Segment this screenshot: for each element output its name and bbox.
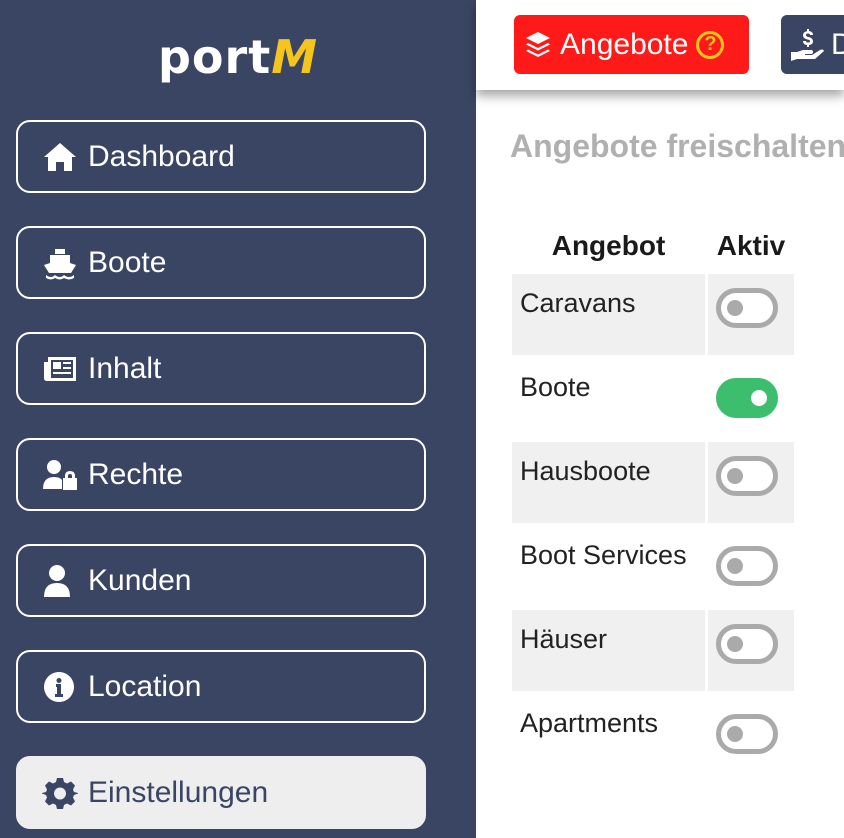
ship-icon <box>44 248 76 279</box>
active-toggle[interactable] <box>716 378 778 418</box>
sidebar-item-einstellungen[interactable]: Einstellungen <box>16 756 426 829</box>
sidebar-item-boote[interactable]: Boote <box>16 226 426 299</box>
table-header-row: Angebot Aktiv <box>512 221 794 271</box>
logo[interactable]: portM <box>0 22 476 92</box>
sidebar-item-label: Kunden <box>88 563 192 597</box>
layers-icon <box>526 31 550 57</box>
sidebar-item-label: Boote <box>88 245 167 279</box>
active-toggle[interactable] <box>716 546 778 586</box>
hand-dollar-icon <box>791 28 824 61</box>
active-toggle[interactable] <box>716 288 778 328</box>
table-row: Boote <box>512 358 794 439</box>
logo-accent: M <box>271 30 318 84</box>
column-header-aktiv: Aktiv <box>716 230 786 261</box>
offer-name: Boot Services <box>520 540 687 570</box>
info-circle-icon <box>44 671 75 702</box>
sidebar-item-label: Einstellungen <box>88 775 269 809</box>
page-title: Angebote freischalten <box>510 128 844 164</box>
table-row: Apartments <box>512 694 794 775</box>
table-row: Hausboote <box>512 442 794 523</box>
pricing-button[interactable]: D <box>781 15 844 74</box>
sidebar-item-label: Dashboard <box>88 139 235 173</box>
active-toggle[interactable] <box>716 456 778 496</box>
offers-table: Angebot Aktiv Caravans Boote Hausboote B… <box>509 218 797 778</box>
user-lock-icon <box>43 459 77 490</box>
user-icon <box>44 564 70 597</box>
top-toolbar: Angebote ? D <box>476 0 844 90</box>
table-row: Häuser <box>512 610 794 691</box>
offer-name: Boote <box>520 372 591 402</box>
table-row: Boot Services <box>512 526 794 607</box>
sidebar-item-label: Inhalt <box>88 351 162 385</box>
logo-text: port <box>158 30 272 84</box>
column-header-angebot: Angebot <box>551 230 666 261</box>
active-toggle[interactable] <box>716 624 778 664</box>
sidebar-item-rechte[interactable]: Rechte <box>16 438 426 511</box>
gear-icon <box>42 777 78 809</box>
newspaper-icon <box>44 356 76 381</box>
pricing-button-label: D <box>831 27 844 61</box>
angebote-label: Angebote <box>560 27 689 61</box>
sidebar-item-dashboard[interactable]: Dashboard <box>16 120 426 193</box>
offer-name: Caravans <box>512 274 705 355</box>
offer-name: Hausboote <box>512 442 705 523</box>
help-icon[interactable]: ? <box>696 30 725 59</box>
angebote-button[interactable]: Angebote ? <box>514 15 749 74</box>
active-toggle[interactable] <box>716 714 778 754</box>
table-row: Caravans <box>512 274 794 355</box>
sidebar-item-kunden[interactable]: Kunden <box>16 544 426 617</box>
sidebar-item-label: Location <box>88 669 202 703</box>
sidebar: portM Dashboard Boote Inhalt Rechte Kund… <box>0 0 476 838</box>
home-icon <box>44 142 76 171</box>
sidebar-item-label: Rechte <box>88 457 184 491</box>
sidebar-item-inhalt[interactable]: Inhalt <box>16 332 426 405</box>
sidebar-item-location[interactable]: Location <box>16 650 426 723</box>
offer-name: Häuser <box>512 610 705 691</box>
offer-name: Apartments <box>520 708 659 738</box>
